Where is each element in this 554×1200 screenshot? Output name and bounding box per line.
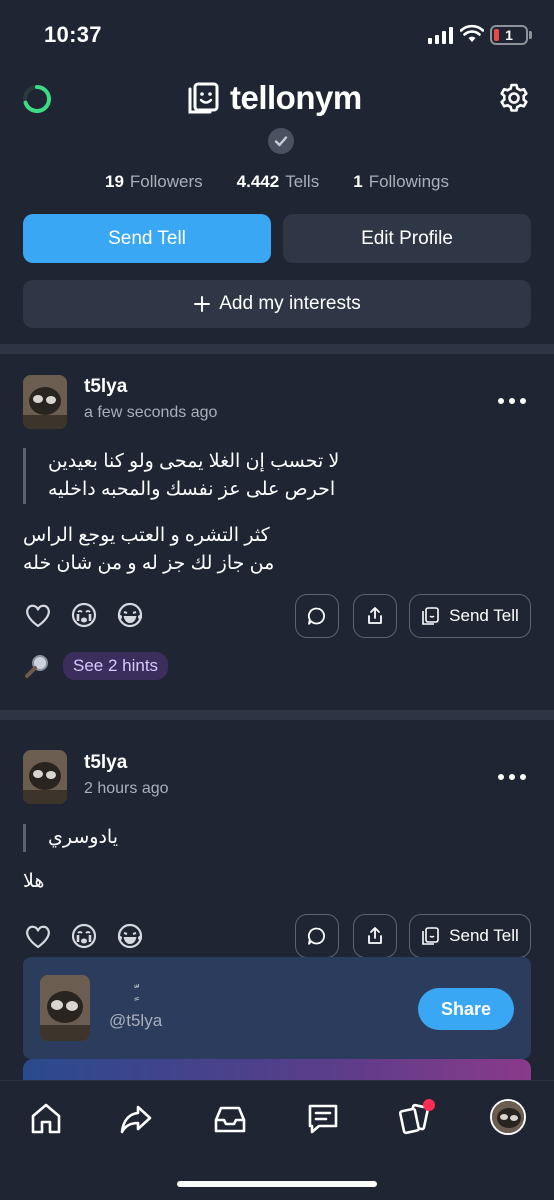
comment-button[interactable] (295, 914, 339, 958)
verified-badge-icon (268, 128, 294, 154)
question-line: احرص على عز نفسك والمحبه داخليه (48, 479, 336, 500)
avatar (40, 975, 90, 1041)
question-line: يادوسري (48, 827, 118, 848)
send-tell-label: Send Tell (449, 606, 519, 625)
stat-value: 19 (104, 172, 124, 191)
tellonym-logo-icon (422, 927, 439, 945)
stat-followers[interactable]: 19 Followers (105, 172, 203, 192)
laughing-face-icon[interactable] (115, 600, 145, 630)
battery-icon: 1 (490, 25, 528, 45)
stat-label: Followers (129, 172, 203, 191)
reaction-bar (23, 600, 145, 630)
stat-value: 4.442 (236, 172, 280, 191)
stat-label: Tells (285, 172, 320, 191)
tellonym-logo-icon (422, 607, 439, 625)
upload-share-icon (368, 927, 382, 944)
crying-face-icon[interactable] (69, 600, 99, 630)
answer-line: كثر التشره و العتب يوجع الراس (23, 525, 270, 546)
post-username[interactable]: t5lya (84, 376, 127, 398)
heart-icon[interactable] (23, 921, 53, 951)
crying-face-icon[interactable] (69, 921, 99, 951)
edit-profile-button[interactable]: Edit Profile (283, 214, 531, 263)
section-divider (0, 344, 554, 354)
status-time: 10:37 (44, 22, 102, 47)
post-username[interactable]: t5lya (84, 752, 127, 774)
loading-ring-icon (23, 85, 51, 113)
tell-question: لا تحسب إن الغلا يمحى ولو كنا بعيدين احر… (23, 448, 379, 504)
battery-level: 1 (505, 27, 513, 43)
answer-line: من جاز لك جز له و من شان خله (23, 553, 275, 574)
more-options-icon[interactable] (496, 396, 528, 406)
send-tell-button[interactable]: Send Tell (23, 214, 271, 263)
status-bar: 10:37 1 (0, 0, 554, 66)
answer-line: هلا (23, 871, 45, 892)
heart-icon[interactable] (23, 600, 53, 630)
stat-tells[interactable]: 4.442 Tells (237, 172, 320, 192)
post-send-tell-button[interactable]: Send Tell (409, 594, 531, 638)
brand-logo: tellonym (186, 78, 362, 118)
cellular-signal-icon (428, 26, 454, 44)
question-line: لا تحسب إن الغلا يمحى ولو كنا بعيدين (48, 451, 340, 472)
settings-gear-icon[interactable] (498, 82, 530, 114)
send-tell-label: Send Tell (449, 926, 519, 945)
comment-button[interactable] (295, 594, 339, 638)
add-interests-button[interactable]: Add my interests (23, 280, 531, 328)
tell-question: يادوسري (23, 824, 133, 852)
add-interests-label: Add my interests (219, 293, 361, 314)
notification-badge (423, 1099, 435, 1111)
avatar[interactable] (23, 750, 67, 804)
see-hints-button[interactable]: See 2 hints (63, 652, 169, 680)
avatar[interactable] (23, 375, 67, 429)
hints-row: See 2 hints (23, 652, 169, 680)
brand-wordmark: tellonym (230, 79, 362, 116)
chat-icon[interactable] (305, 1101, 341, 1137)
post-send-tell-button[interactable]: Send Tell (409, 914, 531, 958)
speech-bubble-icon (307, 607, 325, 625)
profile-stats: 19 Followers 4.442 Tells 1 Followings (0, 172, 554, 192)
upload-share-icon (368, 607, 382, 624)
laughing-face-icon[interactable] (115, 921, 145, 951)
home-indicator (177, 1181, 377, 1187)
post-time: 2 hours ago (84, 780, 169, 797)
tell-answer: هلا (23, 868, 63, 896)
tell-answer: كثر التشره و العتب يوجع الراس من جاز لك … (23, 522, 313, 578)
plus-icon (194, 296, 211, 312)
share-post-button[interactable] (353, 594, 397, 638)
reaction-bar (23, 921, 145, 951)
tellonym-logo-icon (188, 82, 219, 114)
share-post-button[interactable] (353, 914, 397, 958)
share-button[interactable]: Share (418, 988, 514, 1030)
stat-value: 1 (353, 172, 363, 191)
home-icon[interactable] (28, 1101, 64, 1137)
wifi-icon (460, 24, 484, 42)
magnifying-glass-icon (25, 655, 48, 678)
section-divider (0, 710, 554, 720)
profile-handle: @t5lya (109, 1011, 163, 1030)
share-arrow-icon[interactable] (118, 1101, 154, 1137)
share-profile-card: ٍّ @t5lya Share (23, 957, 531, 1059)
profile-avatar[interactable] (490, 1099, 526, 1135)
stat-label: Followings (368, 172, 449, 191)
more-options-icon[interactable] (496, 772, 528, 782)
speech-bubble-icon (307, 927, 325, 945)
inbox-tray-icon[interactable] (212, 1101, 248, 1137)
stat-followings[interactable]: 1 Followings (353, 172, 449, 192)
post-time: a few seconds ago (84, 404, 218, 421)
battery-tip (529, 31, 532, 39)
